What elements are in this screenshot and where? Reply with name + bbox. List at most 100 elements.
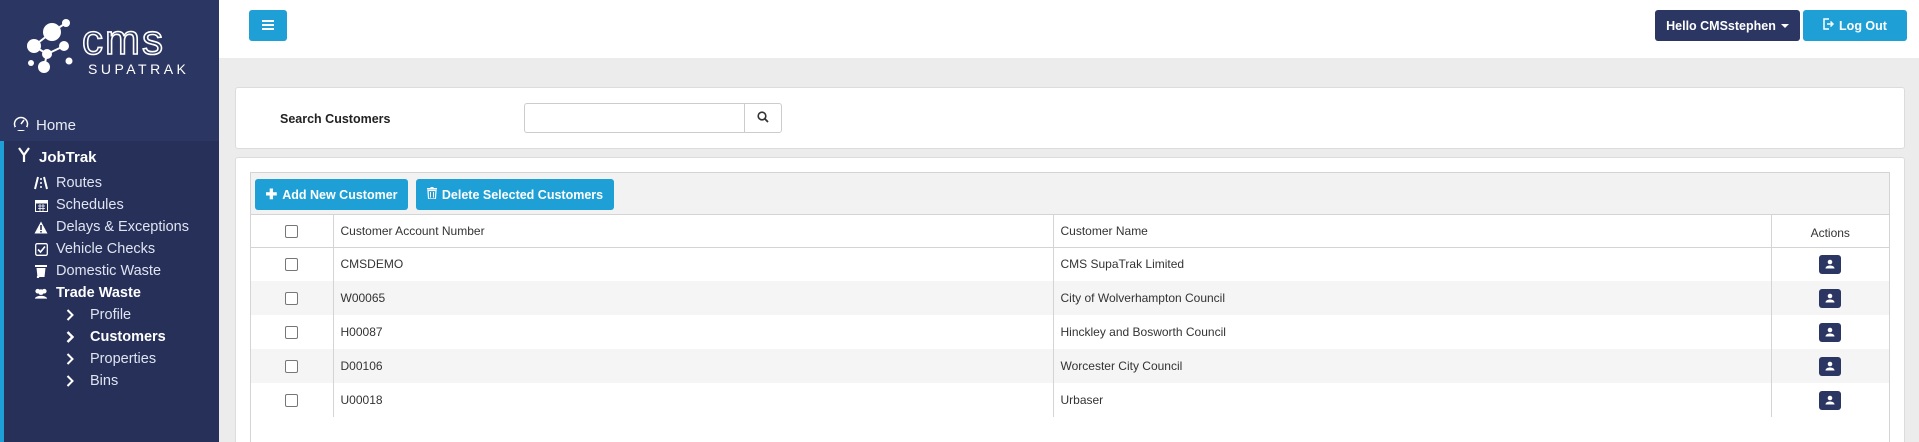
row-checkbox[interactable] (285, 258, 299, 272)
jobtrak-section: JobTrak Routes Schedules Delays & Except… (0, 141, 219, 442)
account-number-cell: W00065 (333, 281, 1054, 315)
chevron-right-icon (66, 331, 76, 343)
sidebar-item-label: Delays & Exceptions (56, 219, 189, 235)
search-input[interactable] (524, 103, 745, 133)
sidebar-item-delays[interactable]: Delays & Exceptions (34, 219, 189, 235)
road-icon (34, 176, 48, 190)
sidebar-item-label: Customers (90, 329, 166, 345)
delete-selected-label: Delete Selected Customers (441, 187, 604, 202)
view-customer-button[interactable] (1819, 356, 1842, 376)
sidebar-item-domestic-waste[interactable]: Domestic Waste (34, 263, 161, 279)
table-row[interactable]: D00106 Worcester City Council (251, 349, 1889, 383)
chevron-right-icon (66, 375, 76, 387)
user-icon (1825, 395, 1835, 405)
customer-name-cell: Hinckley and Bosworth Council (1053, 315, 1772, 349)
user-icon (1825, 361, 1835, 371)
dashboard-icon (13, 115, 36, 135)
top-bar: Hello CMSstephen Log Out (219, 0, 1919, 58)
chevron-right-icon (66, 353, 76, 365)
nav-home[interactable]: Home (0, 110, 219, 140)
bin-icon (34, 264, 48, 278)
view-customer-button[interactable] (1819, 288, 1842, 308)
customer-name-cell: CMS SupaTrak Limited (1053, 247, 1772, 281)
account-number-cell: CMSDEMO (333, 247, 1054, 281)
customers-panel: ✚ Add New Customer Delete Selected Custo… (235, 157, 1905, 442)
sidebar-item-customers[interactable]: Customers (66, 329, 166, 345)
table-row[interactable]: W00065 City of Wolverhampton Council (251, 281, 1889, 315)
user-icon (1825, 293, 1835, 303)
customers-table-wrapper: ✚ Add New Customer Delete Selected Custo… (250, 172, 1890, 442)
sidebar-item-label: Bins (90, 373, 119, 389)
users-icon (34, 286, 48, 300)
customer-name-cell: Worcester City Council (1053, 349, 1772, 383)
row-checkbox[interactable] (285, 292, 299, 306)
nav-jobtrak-label: JobTrak (39, 148, 97, 166)
warning-icon (34, 220, 48, 234)
sidebar-item-label: Domestic Waste (56, 263, 162, 279)
sidebar-item-label: Routes (56, 175, 102, 191)
sidebar-item-label: Profile (90, 307, 132, 323)
row-checkbox[interactable] (285, 394, 299, 408)
sidebar-item-label: Schedules (56, 197, 124, 213)
sidebar-item-label: Trade Waste (56, 285, 141, 301)
row-checkbox[interactable] (285, 326, 299, 340)
cms-supatrak-logo[interactable]: cms SUPATRAK (22, 15, 202, 80)
sidebar-item-profile[interactable]: Profile (66, 307, 131, 323)
plus-icon: ✚ (265, 186, 278, 202)
checkbox-icon (34, 242, 48, 256)
customer-name-cell: City of Wolverhampton Council (1053, 281, 1772, 315)
customer-name-cell: Urbaser (1053, 383, 1772, 417)
row-checkbox[interactable] (285, 360, 299, 374)
sidebar-item-trade-waste[interactable]: Trade Waste (34, 285, 141, 301)
user-icon (1825, 259, 1835, 269)
sidebar-item-vehicle-checks[interactable]: Vehicle Checks (34, 241, 155, 257)
search-label: Search Customers (280, 112, 391, 126)
user-greeting: Hello CMSstephen (1666, 18, 1776, 33)
sidebar-item-schedules[interactable]: Schedules (34, 197, 124, 213)
view-customer-button[interactable] (1819, 322, 1842, 342)
column-header-account[interactable]: Customer Account Number (333, 215, 1054, 248)
account-number-cell: D00106 (333, 349, 1054, 383)
view-customer-button[interactable] (1819, 390, 1842, 410)
table-row[interactable]: H00087 Hinckley and Bosworth Council (251, 315, 1889, 349)
nav-jobtrak[interactable]: JobTrak (17, 147, 97, 167)
customers-table: Customer Account Number Customer Name Ac… (251, 215, 1889, 417)
add-customer-label: Add New Customer (282, 187, 398, 202)
add-customer-button[interactable]: ✚ Add New Customer (255, 179, 408, 210)
select-all-cell (251, 215, 334, 248)
sidebar-item-label: Properties (90, 351, 157, 367)
account-number-cell: H00087 (333, 315, 1054, 349)
calendar-icon (34, 198, 48, 212)
trash-icon (426, 187, 442, 202)
chevron-right-icon (66, 309, 76, 321)
nav-home-label: Home (36, 116, 77, 134)
user-icon (1825, 327, 1835, 337)
sidebar-item-properties[interactable]: Properties (66, 351, 156, 367)
svg-text:cms: cms (82, 18, 165, 63)
menu-toggle-button[interactable] (249, 10, 287, 41)
user-menu-button[interactable]: Hello CMSstephen (1655, 10, 1800, 41)
delete-selected-button[interactable]: Delete Selected Customers (416, 179, 614, 210)
search-panel: Search Customers (235, 87, 1905, 149)
sidebar-item-routes[interactable]: Routes (34, 175, 102, 191)
sidebar-item-label: Vehicle Checks (56, 241, 156, 257)
sidebar-item-bins[interactable]: Bins (66, 373, 118, 389)
sidebar: cms SUPATRAK Home JobTrak Routes Schedul… (0, 0, 219, 442)
column-header-name[interactable]: Customer Name (1053, 215, 1772, 248)
logout-label: Log Out (1839, 18, 1887, 33)
account-number-cell: U00018 (333, 383, 1054, 417)
svg-text:SUPATRAK: SUPATRAK (88, 61, 189, 77)
table-row[interactable]: U00018 Urbaser (251, 383, 1889, 417)
fork-icon (17, 147, 39, 167)
table-row[interactable]: CMSDEMO CMS SupaTrak Limited (251, 247, 1889, 281)
select-all-checkbox[interactable] (285, 224, 299, 238)
column-header-actions: Actions (1771, 215, 1889, 248)
view-customer-button[interactable] (1819, 254, 1842, 274)
table-header-row: Customer Account Number Customer Name Ac… (251, 215, 1889, 248)
search-button[interactable] (744, 103, 782, 133)
logout-icon (1823, 18, 1839, 33)
caret-down-icon (1780, 23, 1789, 28)
logout-button[interactable]: Log Out (1803, 10, 1907, 41)
table-toolbar: ✚ Add New Customer Delete Selected Custo… (251, 173, 1889, 215)
hamburger-icon (262, 18, 274, 33)
